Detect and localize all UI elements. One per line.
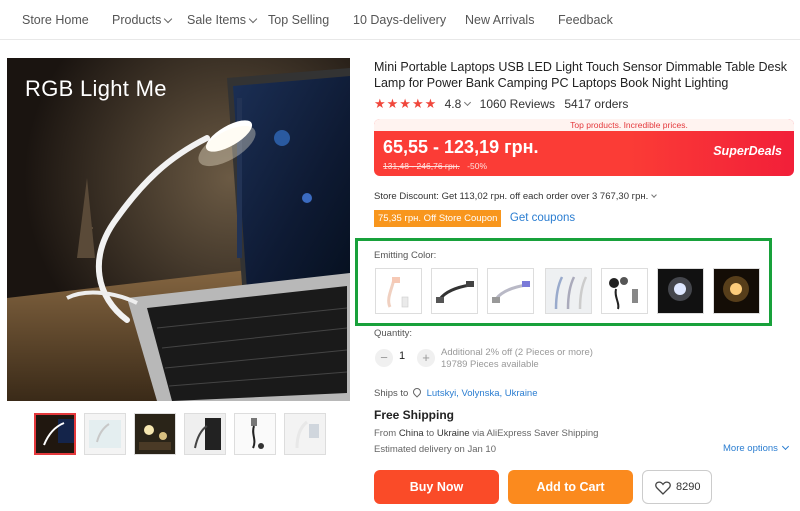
nav-label: Store Home — [22, 13, 89, 27]
wishlist-count: 8290 — [676, 481, 701, 493]
discount-percent: -50% — [467, 161, 488, 171]
ship-location-link[interactable]: Lutskyi, Volynska, Ukraine — [427, 388, 538, 399]
star-rating-icon: ★★★★★ — [374, 96, 438, 111]
blue-lamp-icon — [488, 269, 533, 313]
quantity-increase-button[interactable]: + — [417, 349, 435, 367]
chevron-down-icon — [464, 98, 472, 107]
from-country: China — [398, 428, 424, 439]
lamp-parts-icon — [602, 269, 647, 313]
chevron-down-icon — [164, 14, 173, 24]
chevron-down-icon — [248, 14, 258, 24]
nav-new-arrivals[interactable]: New Arrivals — [465, 13, 534, 27]
thumbnail-image — [235, 414, 275, 454]
store-coupon-badge: 75,35 грн. Off Store Coupon — [374, 210, 502, 227]
thumbnail[interactable] — [134, 413, 176, 455]
price-range: 65,55 - 123,19 грн. — [383, 137, 539, 157]
color-option-warm-light[interactable] — [713, 268, 760, 314]
thumbnail[interactable] — [84, 413, 126, 455]
color-option-black-lamp[interactable] — [431, 268, 478, 314]
nav-10-days-delivery[interactable]: 10 Days-delivery — [353, 13, 446, 27]
color-option-white-lamp[interactable] — [375, 268, 422, 314]
thumbnail-image — [85, 414, 125, 454]
bulk-discount-text: Additional 2% off (2 Pieces or more) — [441, 347, 593, 358]
from-prefix: From — [374, 428, 397, 439]
lamp-laptop-photo — [7, 58, 350, 401]
store-discount-text: Store Discount: Get 113,02 грн. off each… — [374, 191, 649, 202]
black-lamp-icon — [432, 269, 477, 313]
color-option-blue-lamp[interactable] — [487, 268, 534, 314]
shipping-method: via AliExpress Saver Shipping — [472, 428, 599, 439]
main-product-image[interactable]: RGB Light Me — [7, 58, 350, 401]
reviews-count[interactable]: 1060 Reviews — [480, 97, 555, 111]
warm-light-icon — [714, 269, 759, 313]
white-lamp-icon — [376, 269, 421, 313]
nav-label: Products — [112, 13, 162, 27]
thumbnail-image — [135, 414, 175, 454]
old-price-row: 131,48 - 246,76 грн. -50% — [383, 161, 487, 171]
coupon-row: 75,35 грн. Off Store Coupon Get coupons — [374, 208, 575, 227]
nav-label: Feedback — [558, 13, 613, 27]
more-options-link[interactable]: More options — [723, 442, 789, 454]
thumbnail-image — [285, 414, 325, 454]
thumbnail-image — [36, 415, 74, 453]
wishlist-button[interactable]: 8290 — [642, 470, 712, 504]
ships-to-label: Ships to — [374, 388, 409, 399]
color-option-lamp-parts[interactable] — [601, 268, 648, 314]
deal-banner-text: Top products. Incredible prices. — [374, 119, 794, 131]
cool-light-icon — [658, 269, 703, 313]
color-option-three-lamps[interactable] — [545, 268, 592, 314]
store-nav: Store Home Products Sale Items Top Selli… — [0, 0, 800, 40]
more-options-label: More options — [723, 443, 778, 454]
free-shipping: Free Shipping — [374, 408, 455, 422]
nav-store-home[interactable]: Store Home — [22, 13, 89, 27]
shipping-route: From China to Ukraine via AliExpress Sav… — [374, 428, 598, 439]
product-title: Mini Portable Laptops USB LED Light Touc… — [374, 60, 787, 90]
quantity-value[interactable]: 1 — [399, 350, 405, 362]
to-country: Ukraine — [436, 428, 470, 439]
color-option-cool-light[interactable] — [657, 268, 704, 314]
nav-label: Sale Items — [187, 13, 247, 27]
superdeals-price-banner: Top products. Incredible prices. 65,55 -… — [374, 119, 794, 176]
chevron-down-icon — [651, 192, 658, 198]
three-lamps-icon — [546, 269, 591, 313]
quantity-decrease-button[interactable]: − — [375, 349, 393, 367]
add-to-cart-button[interactable]: Add to Cart — [508, 470, 633, 504]
pieces-available: 19789 Pieces available — [441, 359, 539, 370]
thumbnail[interactable] — [284, 413, 326, 455]
nav-sale-items[interactable]: Sale Items — [187, 13, 258, 27]
chevron-down-icon — [781, 442, 789, 451]
get-coupons-link[interactable]: Get coupons — [510, 210, 575, 227]
nav-label: 10 Days-delivery — [353, 13, 447, 27]
quantity-label: Quantity: — [374, 328, 413, 339]
orders-count: 5417 orders — [564, 97, 629, 111]
buy-now-button[interactable]: Buy Now — [374, 470, 499, 504]
nav-label: New Arrivals — [465, 13, 535, 27]
image-caption: RGB Light Me — [25, 76, 167, 101]
nav-top-selling[interactable]: Top Selling — [268, 13, 329, 27]
rating-score[interactable]: 4.8 — [445, 97, 462, 111]
nav-products[interactable]: Products — [112, 13, 173, 27]
quantity-info: Additional 2% off (2 Pieces or more) 197… — [441, 347, 593, 371]
estimated-delivery: Estimated delivery on Jan 10 — [374, 444, 496, 455]
old-price: 131,48 - 246,76 грн. — [383, 161, 460, 171]
emitting-color-label: Emitting Color: — [374, 250, 437, 261]
rating-row: ★★★★★ 4.8 1060 Reviews 5417 orders — [374, 96, 628, 112]
store-discount[interactable]: Store Discount: Get 113,02 грн. off each… — [374, 191, 658, 202]
to-prefix: to — [426, 428, 435, 439]
heart-icon — [655, 481, 671, 495]
superdeals-tag[interactable]: SuperDeals — [713, 144, 782, 158]
nav-label: Top Selling — [268, 13, 330, 27]
location-pin-icon — [411, 386, 423, 398]
nav-feedback[interactable]: Feedback — [558, 13, 613, 27]
thumbnail[interactable] — [234, 413, 276, 455]
thumbnail[interactable] — [184, 413, 226, 455]
thumbnail[interactable] — [34, 413, 76, 455]
ships-to-row: Ships to Lutskyi, Volynska, Ukraine — [374, 386, 538, 399]
thumbnail-image — [185, 414, 225, 454]
